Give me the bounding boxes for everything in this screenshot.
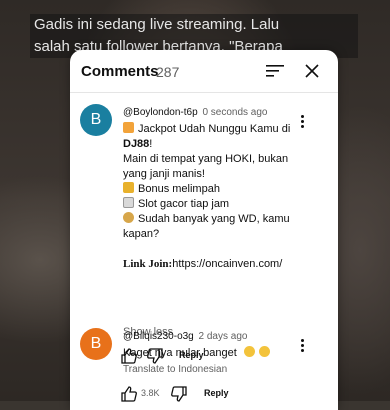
comment-header: @Boylondon-t6p 0 seconds ago <box>123 107 268 118</box>
grinning-emoji-icon <box>258 346 270 357</box>
comment-item: B @Boylondon-t6p 0 seconds ago Jackpot U… <box>70 92 338 364</box>
comments-header: Comments 287 <box>70 50 338 93</box>
like-count: 3.8K <box>141 388 160 398</box>
comment-text: Jackpot Udah Nunggu Kamu di DJ88! Main d… <box>123 122 293 272</box>
avatar[interactable]: B <box>80 328 112 360</box>
comments-title: Comments <box>81 63 159 80</box>
comment-line: Sudah banyak yang WD, kamu <box>138 213 290 225</box>
comment-line: Link Join: <box>123 258 173 270</box>
comment-time: 0 seconds ago <box>202 107 268 118</box>
comment-header: @Bilqis230-o3g 2 days ago <box>123 331 247 342</box>
money-bag-emoji-icon <box>123 212 134 223</box>
gift-emoji-icon <box>123 182 134 193</box>
comment-username[interactable]: @Bilqis230-o3g <box>123 331 194 342</box>
comment-line: yang janji manis! <box>123 168 205 180</box>
comment-line: ! <box>149 138 153 150</box>
comment-line: kapan? <box>123 228 160 240</box>
grinning-emoji-icon <box>243 346 255 357</box>
translate-link[interactable]: Translate to Indonesian <box>123 364 227 375</box>
comments-count: 287 <box>156 64 180 80</box>
like-icon[interactable] <box>120 385 138 403</box>
comment-item: B @Bilqis230-o3g 2 days ago Kaget nya nu… <box>70 322 338 410</box>
comment-username[interactable]: @Boylondon-t6p <box>123 107 198 118</box>
comment-line: Jackpot Udah Nunggu Kamu di <box>138 123 291 135</box>
comment-line: Slot gacor tiap jam <box>138 198 230 210</box>
comment-line: Main di tempat yang HOKI, bukan <box>123 153 289 165</box>
close-icon[interactable] <box>303 62 321 80</box>
sort-icon[interactable] <box>266 64 284 78</box>
comment-menu-icon[interactable] <box>298 338 306 352</box>
caption-line-1: Gadis ini sedang live streaming. Lalu <box>34 16 280 33</box>
comment-line: DJ88 <box>123 138 150 150</box>
reply-button[interactable]: Reply <box>204 388 229 398</box>
dislike-icon[interactable] <box>170 385 188 403</box>
comment-time: 2 days ago <box>198 331 248 342</box>
comments-panel: Comments 287 B @Boylondon-t6p 0 seconds … <box>70 50 338 410</box>
avatar[interactable]: B <box>80 104 112 136</box>
chart-emoji-icon <box>123 197 134 208</box>
comment-line: Kaget nya nular banget <box>123 347 237 359</box>
comment-text: Kaget nya nular banget <box>123 346 293 361</box>
comment-actions: 3.8K Reply <box>120 385 320 403</box>
sparkle-emoji-icon <box>123 122 134 133</box>
comment-menu-icon[interactable] <box>298 114 306 128</box>
comment-link[interactable]: https://oncainven.com/ <box>172 258 282 270</box>
comment-line: Bonus melimpah <box>138 183 220 195</box>
